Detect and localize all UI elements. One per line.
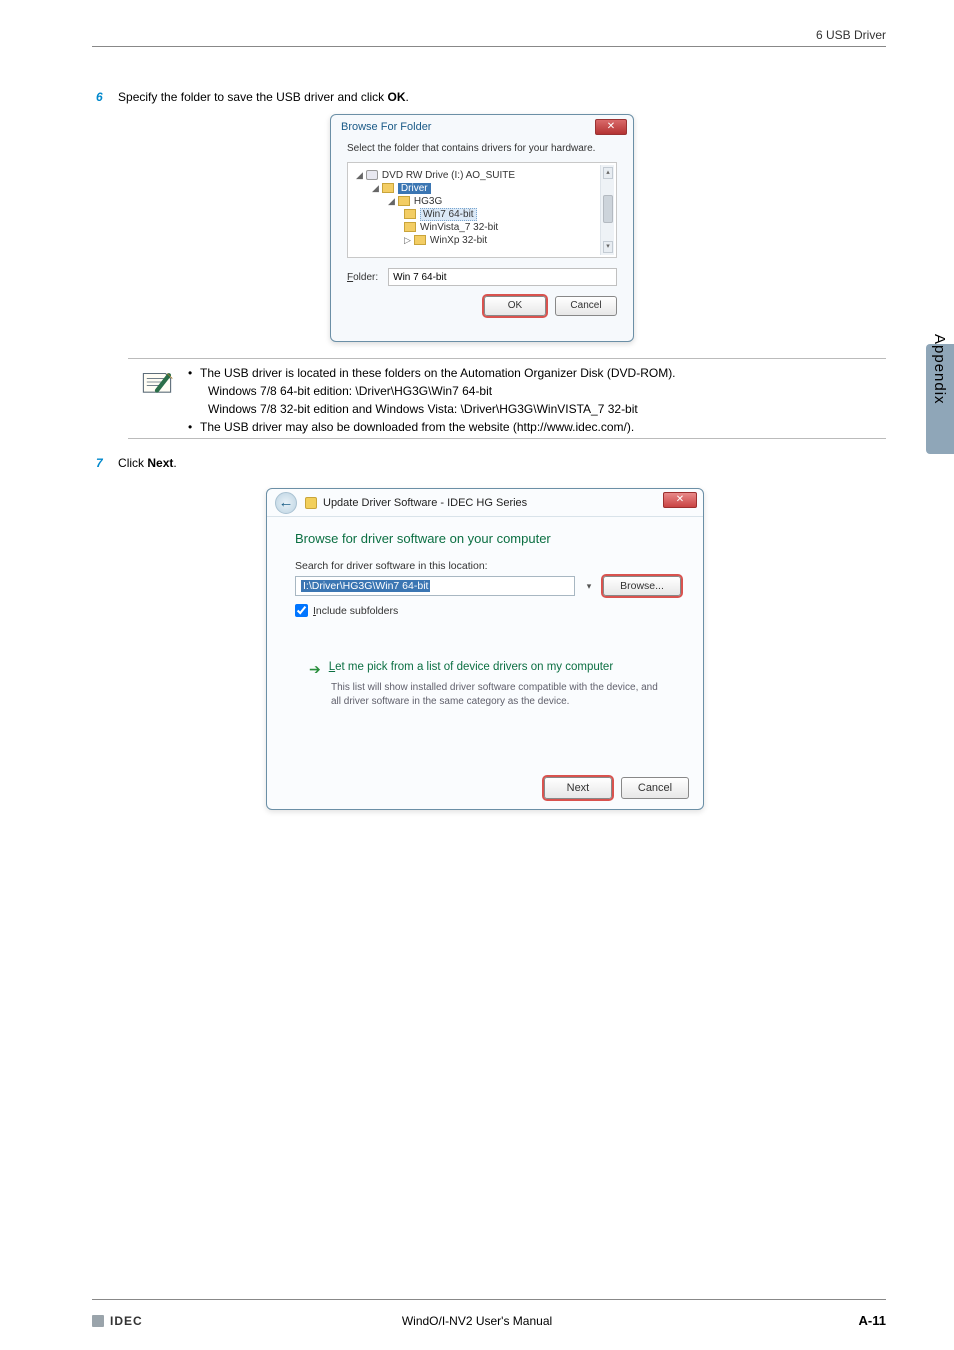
- step-7: 7 Click Next.: [96, 456, 177, 470]
- cancel-button[interactable]: Cancel: [555, 296, 617, 316]
- note-line-3: Windows 7/8 32-bit edition and Windows V…: [188, 400, 874, 418]
- note-line-1: The USB driver is located in these folde…: [200, 364, 676, 382]
- dialog-title: Browse For Folder: [331, 115, 633, 137]
- side-tab-label: Appendix: [931, 334, 948, 405]
- step-7-text-b: .: [173, 456, 176, 470]
- close-button[interactable]: ✕: [663, 492, 697, 508]
- step-6-bold: OK: [388, 90, 406, 104]
- dropdown-icon[interactable]: ▾: [583, 581, 595, 592]
- header-section: 6 USB Driver: [816, 28, 886, 42]
- tree-node-win7-64[interactable]: Win7 64-bit: [356, 208, 608, 221]
- next-button[interactable]: Next: [544, 777, 612, 799]
- folder-icon: [404, 209, 416, 219]
- option-description: This list will show installed driver sof…: [331, 681, 667, 708]
- pick-from-list-option[interactable]: ➔ LLet me pick from a list of device dri…: [295, 653, 681, 716]
- folder-icon: [414, 235, 426, 245]
- scroll-thumb[interactable]: [603, 195, 613, 223]
- arrow-right-icon: ➔: [309, 661, 321, 678]
- tree-node-drive[interactable]: ◢DVD RW Drive (I:) AO_SUITE: [356, 169, 608, 182]
- cancel-button[interactable]: Cancel: [621, 777, 689, 799]
- update-driver-dialog: ✕ ← Update Driver Software - IDEC HG Ser…: [266, 488, 704, 810]
- back-button[interactable]: ←: [275, 492, 297, 514]
- tree-node-winvista[interactable]: WinVista_7 32-bit: [356, 221, 608, 234]
- browse-for-folder-dialog: ✕ Browse For Folder Select the folder th…: [330, 114, 634, 342]
- ok-button[interactable]: OK: [484, 296, 546, 316]
- close-button[interactable]: ✕: [595, 119, 627, 135]
- scrollbar[interactable]: ▴ ▾: [600, 165, 614, 255]
- step-6-text-b: .: [406, 90, 409, 104]
- path-input-value: I:\Driver\HG3G\Win7 64-bit: [301, 580, 430, 592]
- footer-center: WindO/I-NV2 User's Manual: [0, 1314, 954, 1328]
- scroll-down-icon[interactable]: ▾: [603, 241, 613, 253]
- tree-node-hg3g[interactable]: ◢HG3G: [356, 195, 608, 208]
- note-line-2: Windows 7/8 64-bit edition: \Driver\HG3G…: [188, 382, 874, 400]
- step-6-text-a: Specify the folder to save the USB drive…: [118, 90, 387, 104]
- include-subfolders-checkbox[interactable]: IInclude subfoldersnclude subfolders: [295, 604, 681, 617]
- option-title: LLet me pick from a list of device drive…: [329, 661, 613, 673]
- include-subfolders-input[interactable]: [295, 604, 308, 617]
- dialog-subtitle: Select the folder that contains drivers …: [331, 137, 633, 162]
- dialog-heading: Browse for driver software on your compu…: [295, 531, 681, 546]
- dialog-title: Update Driver Software - IDEC HG Series: [323, 497, 527, 509]
- tree-node-winxp[interactable]: ▷WinXp 32-bit: [356, 234, 608, 247]
- step-7-text-a: Click: [118, 456, 147, 470]
- note-text: •The USB driver is located in these fold…: [188, 364, 874, 436]
- step-6-number: 6: [96, 90, 103, 104]
- folder-label: FFolder:older:: [347, 272, 378, 283]
- step-7-bold: Next: [147, 456, 173, 470]
- disc-icon: [366, 170, 378, 180]
- note-rule-bot: [128, 438, 886, 439]
- note-icon: [140, 368, 174, 396]
- folder-icon: [404, 222, 416, 232]
- footer-rule: [92, 1299, 886, 1300]
- folder-input[interactable]: [388, 268, 617, 286]
- header-rule: [92, 46, 886, 47]
- folder-icon: [382, 183, 394, 193]
- note-line-4: The USB driver may also be downloaded fr…: [200, 418, 634, 436]
- path-input[interactable]: I:\Driver\HG3G\Win7 64-bit: [295, 576, 575, 596]
- footer-page-number: A-11: [859, 1313, 886, 1328]
- tree-node-driver[interactable]: ◢Driver: [356, 182, 608, 195]
- step-6: 6 Specify the folder to save the USB dri…: [96, 90, 409, 104]
- scroll-up-icon[interactable]: ▴: [603, 167, 613, 179]
- folder-tree[interactable]: ◢DVD RW Drive (I:) AO_SUITE ◢Driver ◢HG3…: [347, 162, 617, 258]
- search-label: Search for driver software in this locat…: [295, 560, 681, 572]
- dialog-titlebar: ← Update Driver Software - IDEC HG Serie…: [267, 489, 703, 517]
- browse-button[interactable]: Browse...: [603, 576, 681, 596]
- note-rule-top: [128, 358, 886, 359]
- step-7-number: 7: [96, 456, 103, 470]
- shield-icon: [305, 497, 317, 509]
- folder-icon: [398, 196, 410, 206]
